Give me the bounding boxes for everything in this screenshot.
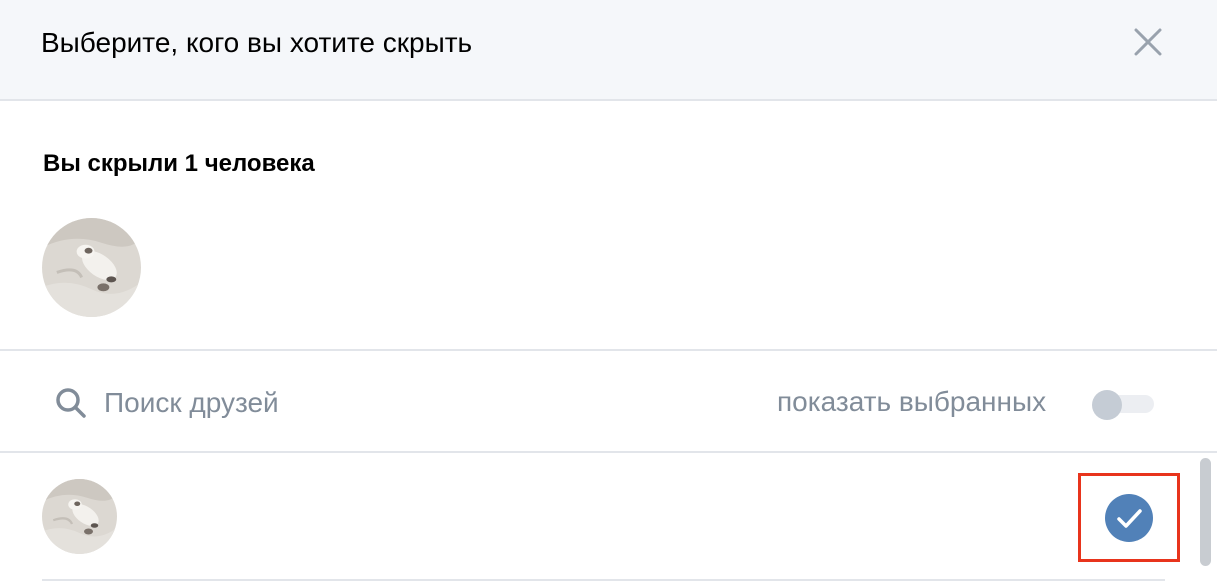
hide-friends-modal: Выберите, кого вы хотите скрыть Вы скрыл…	[0, 0, 1217, 587]
friend-list-item[interactable]	[0, 453, 1190, 587]
search-input[interactable]	[104, 381, 664, 425]
toggle-knob	[1092, 390, 1122, 420]
highlight-annotation-box	[1078, 473, 1180, 562]
search-bar: показать выбранных	[0, 351, 1217, 453]
friend-avatar	[42, 479, 117, 554]
modal-title: Выберите, кого вы хотите скрыть	[41, 27, 473, 58]
avatar-photo	[42, 479, 117, 554]
list-scrollbar[interactable]	[1200, 458, 1211, 566]
row-divider	[42, 579, 1165, 581]
close-icon	[1134, 28, 1162, 56]
hidden-person-avatar[interactable]	[42, 218, 141, 317]
modal-header: Выберите, кого вы хотите скрыть	[0, 0, 1217, 101]
show-selected-label: показать выбранных	[777, 386, 1047, 417]
hidden-count-title: Вы скрыли 1 человека	[43, 150, 315, 177]
avatar-photo	[42, 218, 141, 317]
hidden-people-section: Вы скрыли 1 человека	[0, 101, 1217, 351]
search-icon	[56, 388, 86, 418]
close-button[interactable]	[1128, 24, 1168, 64]
show-selected-toggle[interactable]	[1092, 390, 1154, 420]
